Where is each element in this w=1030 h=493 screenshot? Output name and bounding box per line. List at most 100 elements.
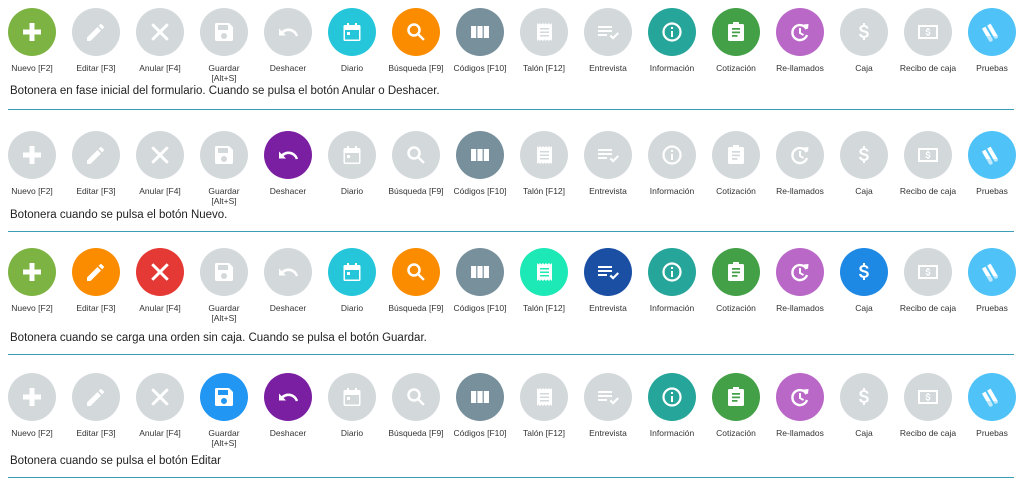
banknote-icon bbox=[904, 373, 952, 421]
cotizacion-button[interactable]: Cotización bbox=[704, 248, 768, 348]
divider bbox=[8, 477, 1014, 478]
save-icon bbox=[200, 248, 248, 296]
recall-icon bbox=[776, 131, 824, 179]
panel-caption: Botonera cuando se pulsa el botón Editar bbox=[10, 455, 221, 467]
caja-button[interactable]: Caja bbox=[832, 373, 896, 473]
informacion-button[interactable]: Información bbox=[640, 373, 704, 473]
checklist-icon bbox=[584, 248, 632, 296]
entrevista-button[interactable]: Entrevista bbox=[576, 8, 640, 108]
toolbar-panel-2: Nuevo [F2] Editar [F3] Anular [F4] Guardar … bbox=[0, 131, 1030, 251]
undo-icon bbox=[264, 248, 312, 296]
entrevista-button[interactable]: Entrevista bbox=[576, 373, 640, 473]
talon-button[interactable]: Talón [F12] bbox=[512, 248, 576, 348]
dollar-icon bbox=[840, 373, 888, 421]
busqueda-button[interactable]: Búsqueda [F9] bbox=[384, 373, 448, 473]
divider bbox=[8, 109, 1014, 110]
recibo-button[interactable]: Recibo de caja bbox=[896, 8, 960, 108]
panel-caption: Botonera en fase inicial del formulario.… bbox=[10, 85, 440, 97]
clipboard-icon bbox=[712, 373, 760, 421]
recall-icon bbox=[776, 248, 824, 296]
columns-icon bbox=[456, 248, 504, 296]
calendar-icon bbox=[328, 8, 376, 56]
informacion-button[interactable]: Información bbox=[640, 8, 704, 108]
checklist-icon bbox=[584, 373, 632, 421]
plus-icon bbox=[8, 8, 56, 56]
banknote-icon bbox=[904, 248, 952, 296]
talon-button[interactable]: Talón [F12] bbox=[512, 8, 576, 108]
toolbar-panel-1: Nuevo [F2] Editar [F3] Anular [F4] Guardar … bbox=[0, 8, 1030, 128]
receipt-icon bbox=[520, 373, 568, 421]
diario-button[interactable]: Diario bbox=[320, 131, 384, 231]
rellamados-button[interactable]: Re-llamados bbox=[768, 8, 832, 108]
cotizacion-button[interactable]: Cotización bbox=[704, 8, 768, 108]
calendar-icon bbox=[328, 248, 376, 296]
codigos-button[interactable]: Códigos [F10] bbox=[448, 248, 512, 348]
caja-button[interactable]: Caja bbox=[832, 131, 896, 231]
save-icon bbox=[200, 131, 248, 179]
pencil-icon bbox=[72, 131, 120, 179]
caja-button[interactable]: Caja bbox=[832, 8, 896, 108]
search-icon bbox=[392, 8, 440, 56]
panel-caption: Botonera cuando se carga una orden sin c… bbox=[10, 332, 427, 344]
rellamados-button[interactable]: Re-llamados bbox=[768, 131, 832, 231]
undo-icon bbox=[264, 131, 312, 179]
plus-icon bbox=[8, 248, 56, 296]
button-label: Pruebas bbox=[976, 63, 1008, 73]
pencil-icon bbox=[72, 373, 120, 421]
close-icon bbox=[136, 131, 184, 179]
deshacer-button[interactable]: Deshacer bbox=[256, 373, 320, 473]
close-icon bbox=[136, 373, 184, 421]
tubes-icon bbox=[968, 131, 1016, 179]
tubes-icon bbox=[968, 8, 1016, 56]
cotizacion-button[interactable]: Cotización bbox=[704, 373, 768, 473]
dollar-icon bbox=[840, 8, 888, 56]
informacion-button[interactable]: Información bbox=[640, 248, 704, 348]
calendar-icon bbox=[328, 373, 376, 421]
diario-button[interactable]: Diario bbox=[320, 373, 384, 473]
banknote-icon bbox=[904, 131, 952, 179]
tubes-icon bbox=[968, 248, 1016, 296]
rellamados-button[interactable]: Re-llamados bbox=[768, 373, 832, 473]
toolbar-panel-4: Nuevo [F2] Editar [F3] Anular [F4] Guardar … bbox=[0, 373, 1030, 493]
talon-button[interactable]: Talón [F12] bbox=[512, 373, 576, 473]
codigos-button[interactable]: Códigos [F10] bbox=[448, 131, 512, 231]
busqueda-button[interactable]: Búsqueda [F9] bbox=[384, 131, 448, 231]
checklist-icon bbox=[584, 131, 632, 179]
codigos-button[interactable]: Códigos [F10] bbox=[448, 8, 512, 108]
info-icon bbox=[648, 248, 696, 296]
caja-button[interactable]: Caja bbox=[832, 248, 896, 348]
pruebas-button[interactable]: Pruebas bbox=[960, 248, 1024, 348]
recibo-button[interactable]: Recibo de caja bbox=[896, 373, 960, 473]
pruebas-button[interactable]: Pruebas bbox=[960, 8, 1024, 108]
divider bbox=[8, 354, 1014, 355]
recall-icon bbox=[776, 373, 824, 421]
banknote-icon bbox=[904, 8, 952, 56]
button-label: Pruebas bbox=[976, 303, 1008, 313]
pencil-icon bbox=[72, 8, 120, 56]
calendar-icon bbox=[328, 131, 376, 179]
clipboard-icon bbox=[712, 248, 760, 296]
cotizacion-button[interactable]: Cotización bbox=[704, 131, 768, 231]
save-icon bbox=[200, 373, 248, 421]
info-icon bbox=[648, 8, 696, 56]
columns-icon bbox=[456, 8, 504, 56]
undo-icon bbox=[264, 8, 312, 56]
recibo-button[interactable]: Recibo de caja bbox=[896, 248, 960, 348]
rellamados-button[interactable]: Re-llamados bbox=[768, 248, 832, 348]
entrevista-button[interactable]: Entrevista bbox=[576, 131, 640, 231]
pruebas-button[interactable]: Pruebas bbox=[960, 373, 1024, 473]
toolbar-panel-3: Nuevo [F2] Editar [F3] Anular [F4] Guardar … bbox=[0, 248, 1030, 368]
button-label: Pruebas bbox=[976, 186, 1008, 196]
pruebas-button[interactable]: Pruebas bbox=[960, 131, 1024, 231]
recibo-button[interactable]: Recibo de caja bbox=[896, 131, 960, 231]
plus-icon bbox=[8, 373, 56, 421]
talon-button[interactable]: Talón [F12] bbox=[512, 131, 576, 231]
clipboard-icon bbox=[712, 8, 760, 56]
informacion-button[interactable]: Información bbox=[640, 131, 704, 231]
entrevista-button[interactable]: Entrevista bbox=[576, 248, 640, 348]
codigos-button[interactable]: Códigos [F10] bbox=[448, 373, 512, 473]
save-icon bbox=[200, 8, 248, 56]
receipt-icon bbox=[520, 131, 568, 179]
deshacer-button[interactable]: Deshacer bbox=[256, 131, 320, 231]
columns-icon bbox=[456, 131, 504, 179]
